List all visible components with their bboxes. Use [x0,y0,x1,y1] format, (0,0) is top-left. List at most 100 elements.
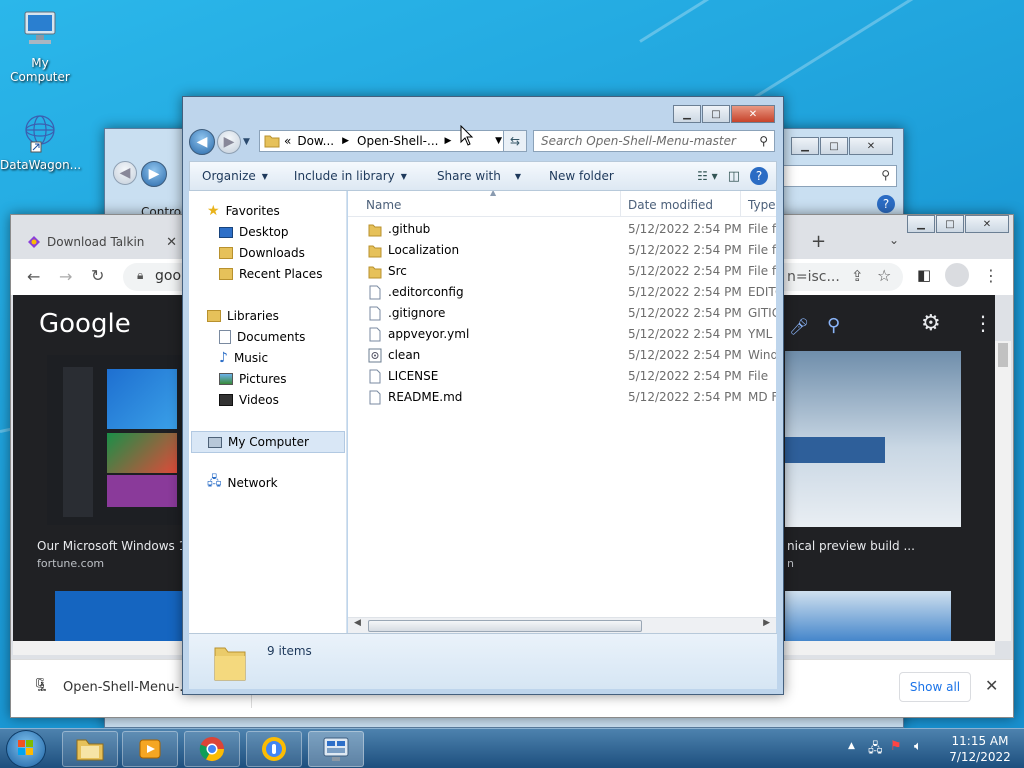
help-icon[interactable]: ? [877,195,895,213]
address-dropdown-icon[interactable]: ▼ [495,136,502,146]
breadcrumb-separator-icon[interactable]: ▶ [342,136,349,146]
file-row[interactable]: .gitignore 5/12/2022 2:54 PM GITIG [348,303,776,324]
close-button[interactable]: ✕ [965,215,1009,233]
close-download-bar-icon[interactable]: ✕ [985,676,998,695]
file-row[interactable]: .editorconfig 5/12/2022 2:54 PM EDITC [348,282,776,303]
nav-pictures[interactable]: Pictures [219,369,287,389]
new-folder-button[interactable]: New folder [533,169,626,183]
taskbar-explorer-button[interactable] [62,731,118,767]
breadcrumb-item[interactable]: Dow... [297,134,334,148]
back-arrow-icon[interactable]: ← [27,267,40,286]
page-scrollbar[interactable] [995,341,1011,641]
download-file-name[interactable]: Open-Shell-Menu-... [63,680,192,695]
search-icon[interactable]: ⚲ [827,315,840,336]
desktop-icon-datawagon[interactable]: DataWagon... [0,110,81,172]
breadcrumb-item[interactable]: Open-Shell-... [357,134,438,148]
scroll-thumb[interactable] [368,620,642,632]
nav-my-computer[interactable]: My Computer [191,431,345,453]
view-options-icon[interactable]: ☷ ▾ [697,169,718,183]
new-tab-icon[interactable]: + [811,231,826,252]
volume-icon[interactable]: 🔈︎ [914,739,922,754]
maximize-button[interactable]: □ [936,215,964,233]
nav-network[interactable]: 🖧︎ Network [207,473,278,493]
maximize-button[interactable]: □ [702,105,730,123]
profile-avatar[interactable] [945,263,969,287]
file-row[interactable]: .github 5/12/2022 2:54 PM File fo [348,219,776,240]
taskbar-chrome-button[interactable] [184,731,240,767]
minimize-button[interactable]: ▁ [791,137,819,155]
close-button[interactable]: ✕ [849,137,893,155]
horizontal-scrollbar[interactable]: ◀ ▶ [348,617,776,634]
minimize-button[interactable]: ▁ [673,105,701,123]
column-header-name[interactable]: Name [366,198,401,212]
tab-download[interactable]: Download Talkin ✕ [27,229,177,255]
file-row[interactable]: LICENSE 5/12/2022 2:54 PM File [348,366,776,387]
refresh-button[interactable]: ⇆ [503,130,527,152]
back-button[interactable]: ◀ [189,129,215,155]
result-thumbnail[interactable] [47,355,187,525]
nav-documents[interactable]: Documents [219,327,305,347]
show-hidden-icons-icon[interactable]: ▲ [848,741,855,751]
file-row[interactable]: Localization 5/12/2022 2:54 PM File fo [348,240,776,261]
nav-downloads[interactable]: Downloads [219,243,305,263]
share-icon[interactable]: ⇪ [851,267,864,285]
file-row[interactable]: README.md 5/12/2022 2:54 PM MD F [348,387,776,408]
nav-music[interactable]: ♪ Music [219,348,268,368]
menu-kebab-icon[interactable]: ⋮ [983,266,999,285]
back-button[interactable]: ◀ [113,161,137,185]
nav-videos[interactable]: Videos [219,390,279,410]
search-box[interactable]: ⚲ [781,165,897,187]
nav-favorites[interactable]: ★ Favorites [207,201,280,221]
explorer-window[interactable]: ▁ □ ✕ ◀ ▶ ▼ « Dow... ▶ Open-Shell-... ▶ … [182,96,784,695]
taskbar-media-player-button[interactable] [122,731,178,767]
taskbar-control-panel-button[interactable] [308,731,364,767]
action-center-icon[interactable]: ⚑ [890,739,902,754]
minimize-button[interactable]: ▁ [907,215,935,233]
show-all-button[interactable]: Show all [899,672,971,702]
tab-search-icon[interactable]: ⌄ [889,233,899,247]
result-thumbnail[interactable] [55,591,187,641]
share-with-menu[interactable]: Share with ▼ [419,169,533,183]
include-in-library-menu[interactable]: Include in library ▼ [280,169,419,183]
clock[interactable]: 11:15 AM 7/12/2022 [942,733,1018,765]
nav-libraries[interactable]: Libraries [207,306,279,326]
file-row[interactable]: Src 5/12/2022 2:54 PM File fo [348,261,776,282]
recent-pages-chevron-icon[interactable]: ▼ [243,137,250,147]
file-row[interactable]: appveyor.yml 5/12/2022 2:54 PM YML [348,324,776,345]
bookmark-star-icon[interactable]: ☆ [877,266,891,285]
organize-menu[interactable]: Organize ▼ [190,169,280,183]
voice-search-icon[interactable]: 🎤︎ [789,317,809,336]
desktop-icon-my-computer[interactable]: My Computer [0,8,80,84]
address-bar[interactable]: goo [123,263,183,291]
nav-desktop[interactable]: Desktop [219,222,289,242]
settings-gear-icon[interactable]: ⚙ [921,311,941,336]
explorer-titlebar[interactable]: ▁ □ ✕ [183,97,783,125]
scroll-left-icon[interactable]: ◀ [354,618,361,628]
preview-pane-icon[interactable]: ◫ [728,169,740,184]
scroll-right-icon[interactable]: ▶ [763,618,770,628]
side-panel-icon[interactable]: ◧ [917,266,931,284]
maximize-button[interactable]: □ [820,137,848,155]
forward-button[interactable]: ▶ [217,130,241,154]
result-thumbnail[interactable] [785,591,951,641]
column-header-date[interactable]: Date modified [628,198,713,212]
close-button[interactable]: ✕ [731,105,775,123]
result-caption[interactable]: Our Microsoft Windows 10 [37,539,194,553]
forward-button[interactable]: ▶ [141,161,167,187]
result-thumbnail[interactable] [785,351,961,527]
reload-icon[interactable]: ↻ [91,266,104,285]
nav-recent-places[interactable]: Recent Places [219,264,322,284]
help-icon[interactable]: ? [750,167,768,185]
search-input[interactable]: Search Open-Shell-Menu-master ⚲ [533,130,775,152]
breadcrumb-separator-icon[interactable]: ▶ [444,136,451,146]
taskbar-talkinghead-button[interactable] [246,731,302,767]
breadcrumb-overflow[interactable]: « [284,134,291,148]
start-button[interactable] [6,730,46,768]
tab-close-icon[interactable]: ✕ [166,235,177,250]
file-row[interactable]: clean 5/12/2022 2:54 PM Wind [348,345,776,366]
column-header-type[interactable]: Type [748,198,776,212]
forward-arrow-icon[interactable]: → [59,267,72,286]
network-tray-icon[interactable]: 🖧︎ [868,739,883,761]
apps-grid-icon[interactable]: ⋮⋮ [973,311,995,335]
result-caption[interactable]: nical preview build ... [787,539,915,553]
